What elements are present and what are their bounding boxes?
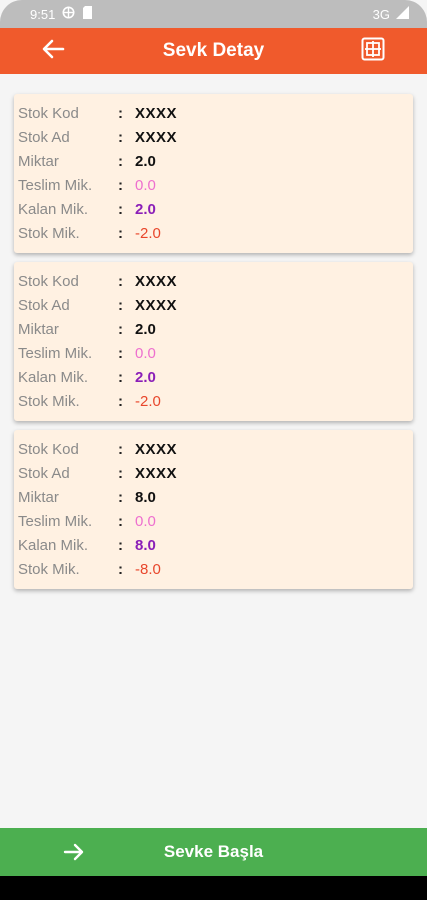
stok-mik-value: -2.0 xyxy=(135,224,161,242)
separator: : xyxy=(118,344,123,362)
kalan-label: Kalan Mik. xyxy=(18,200,89,218)
kalan-row: Kalan Mik. : 8.0 xyxy=(18,533,413,557)
separator: : xyxy=(118,224,123,242)
stok-kod-label: Stok Kod xyxy=(18,440,79,458)
app-bar: Sevk Detay xyxy=(0,28,427,74)
kalan-value: 2.0 xyxy=(135,200,156,218)
stok-kod-label: Stok Kod xyxy=(18,104,79,122)
stok-kod-value: XXXX xyxy=(135,104,178,122)
separator: : xyxy=(118,272,123,290)
sd-card-icon xyxy=(82,6,93,22)
stok-kod-row: Stok Kod : XXXX xyxy=(18,269,413,293)
miktar-row: Miktar : 2.0 xyxy=(18,317,413,341)
stok-kod-row: Stok Kod : XXXX xyxy=(18,437,413,461)
stok-ad-row: Stok Ad : XXXX xyxy=(18,461,413,485)
teslim-row: Teslim Mik. : 0.0 xyxy=(18,173,413,197)
miktar-value: 8.0 xyxy=(135,488,156,506)
separator: : xyxy=(118,152,123,170)
stok-mik-label: Stok Mik. xyxy=(18,560,80,578)
separator: : xyxy=(118,512,123,530)
separator: : xyxy=(118,320,123,338)
stok-mik-value: -8.0 xyxy=(135,560,161,578)
stok-ad-value: XXXX xyxy=(135,128,178,146)
miktar-row: Miktar : 2.0 xyxy=(18,149,413,173)
stok-kod-value: XXXX xyxy=(135,440,178,458)
shipment-item-card[interactable]: Stok Kod : XXXX Stok Ad : XXXX Miktar : … xyxy=(14,94,413,253)
stok-ad-label: Stok Ad xyxy=(18,464,70,482)
teslim-value: 0.0 xyxy=(135,344,156,362)
separator: : xyxy=(118,296,123,314)
stok-kod-value: XXXX xyxy=(135,272,178,290)
status-bar: 9:51 3G xyxy=(0,0,427,28)
teslim-value: 0.0 xyxy=(135,176,156,194)
separator: : xyxy=(118,464,123,482)
stok-ad-row: Stok Ad : XXXX xyxy=(18,293,413,317)
miktar-label: Miktar xyxy=(18,152,59,170)
back-button[interactable] xyxy=(38,37,68,65)
stok-ad-value: XXXX xyxy=(135,464,178,482)
shipment-item-card[interactable]: Stok Kod : XXXX Stok Ad : XXXX Miktar : … xyxy=(14,430,413,589)
stok-mik-row: Stok Mik. : -8.0 xyxy=(18,557,413,581)
kalan-value: 8.0 xyxy=(135,536,156,554)
barcode-scan-icon xyxy=(361,37,385,66)
network-type: 3G xyxy=(372,6,390,22)
system-navigation-bar xyxy=(0,876,427,900)
arrow-right-icon xyxy=(62,840,86,864)
stok-ad-label: Stok Ad xyxy=(18,296,70,314)
signal-icon xyxy=(396,6,409,22)
separator: : xyxy=(118,128,123,146)
separator: : xyxy=(118,536,123,554)
teslim-value: 0.0 xyxy=(135,512,156,530)
scan-button[interactable] xyxy=(360,37,386,66)
miktar-label: Miktar xyxy=(18,488,59,506)
stok-mik-row: Stok Mik. : -2.0 xyxy=(18,221,413,245)
phone-screen: 9:51 3G Sevk Detay Stok Kod: XXXX Stok … xyxy=(0,0,427,900)
stok-kod-row: Stok Kod : XXXX xyxy=(18,101,413,125)
stok-ad-row: Stok Ad : XXXX xyxy=(18,125,413,149)
teslim-label: Teslim Mik. xyxy=(18,512,93,530)
separator: : xyxy=(118,392,123,410)
stok-mik-label: Stok Mik. xyxy=(18,392,80,410)
shipment-item-list: Stok Kod : XXXX Stok Ad : XXXX Miktar : … xyxy=(14,94,413,598)
shipment-item-card[interactable]: Stok Kod : XXXX Stok Ad : XXXX Miktar : … xyxy=(14,262,413,421)
separator: : xyxy=(118,560,123,578)
stok-kod-label: Stok Kod xyxy=(18,272,79,290)
page-title: Sevk Detay xyxy=(162,40,265,61)
miktar-value: 2.0 xyxy=(135,320,156,338)
stok-ad-value: XXXX xyxy=(135,296,178,314)
separator: : xyxy=(118,488,123,506)
stok-mik-value: -2.0 xyxy=(135,392,161,410)
stok-mik-label: Stok Mik. xyxy=(18,224,80,242)
start-shipment-label: Sevke Başla xyxy=(163,842,264,861)
start-shipment-button[interactable]: Sevke Başla xyxy=(0,828,427,876)
kalan-row: Kalan Mik. : 2.0 xyxy=(18,365,413,389)
kalan-label: Kalan Mik. xyxy=(18,368,89,386)
separator: : xyxy=(118,104,123,122)
separator: : xyxy=(118,440,123,458)
teslim-row: Teslim Mik. : 0.0 xyxy=(18,341,413,365)
teslim-label: Teslim Mik. xyxy=(18,344,93,362)
teslim-row: Teslim Mik. : 0.0 xyxy=(18,509,413,533)
separator: : xyxy=(118,176,123,194)
stok-mik-row: Stok Mik. : -2.0 xyxy=(18,389,413,413)
miktar-label: Miktar xyxy=(18,320,59,338)
separator: : xyxy=(118,200,123,218)
kalan-value: 2.0 xyxy=(135,368,156,386)
status-time: 9:51 xyxy=(30,6,56,22)
kalan-label: Kalan Mik. xyxy=(18,536,89,554)
separator: : xyxy=(118,368,123,386)
stok-ad-label: Stok Ad xyxy=(18,128,70,146)
globe-icon xyxy=(62,6,75,22)
teslim-label: Teslim Mik. xyxy=(18,176,93,194)
kalan-row: Kalan Mik. : 2.0 xyxy=(18,197,413,221)
miktar-row: Miktar : 8.0 xyxy=(18,485,413,509)
miktar-value: 2.0 xyxy=(135,152,156,170)
arrow-left-icon xyxy=(41,38,65,65)
